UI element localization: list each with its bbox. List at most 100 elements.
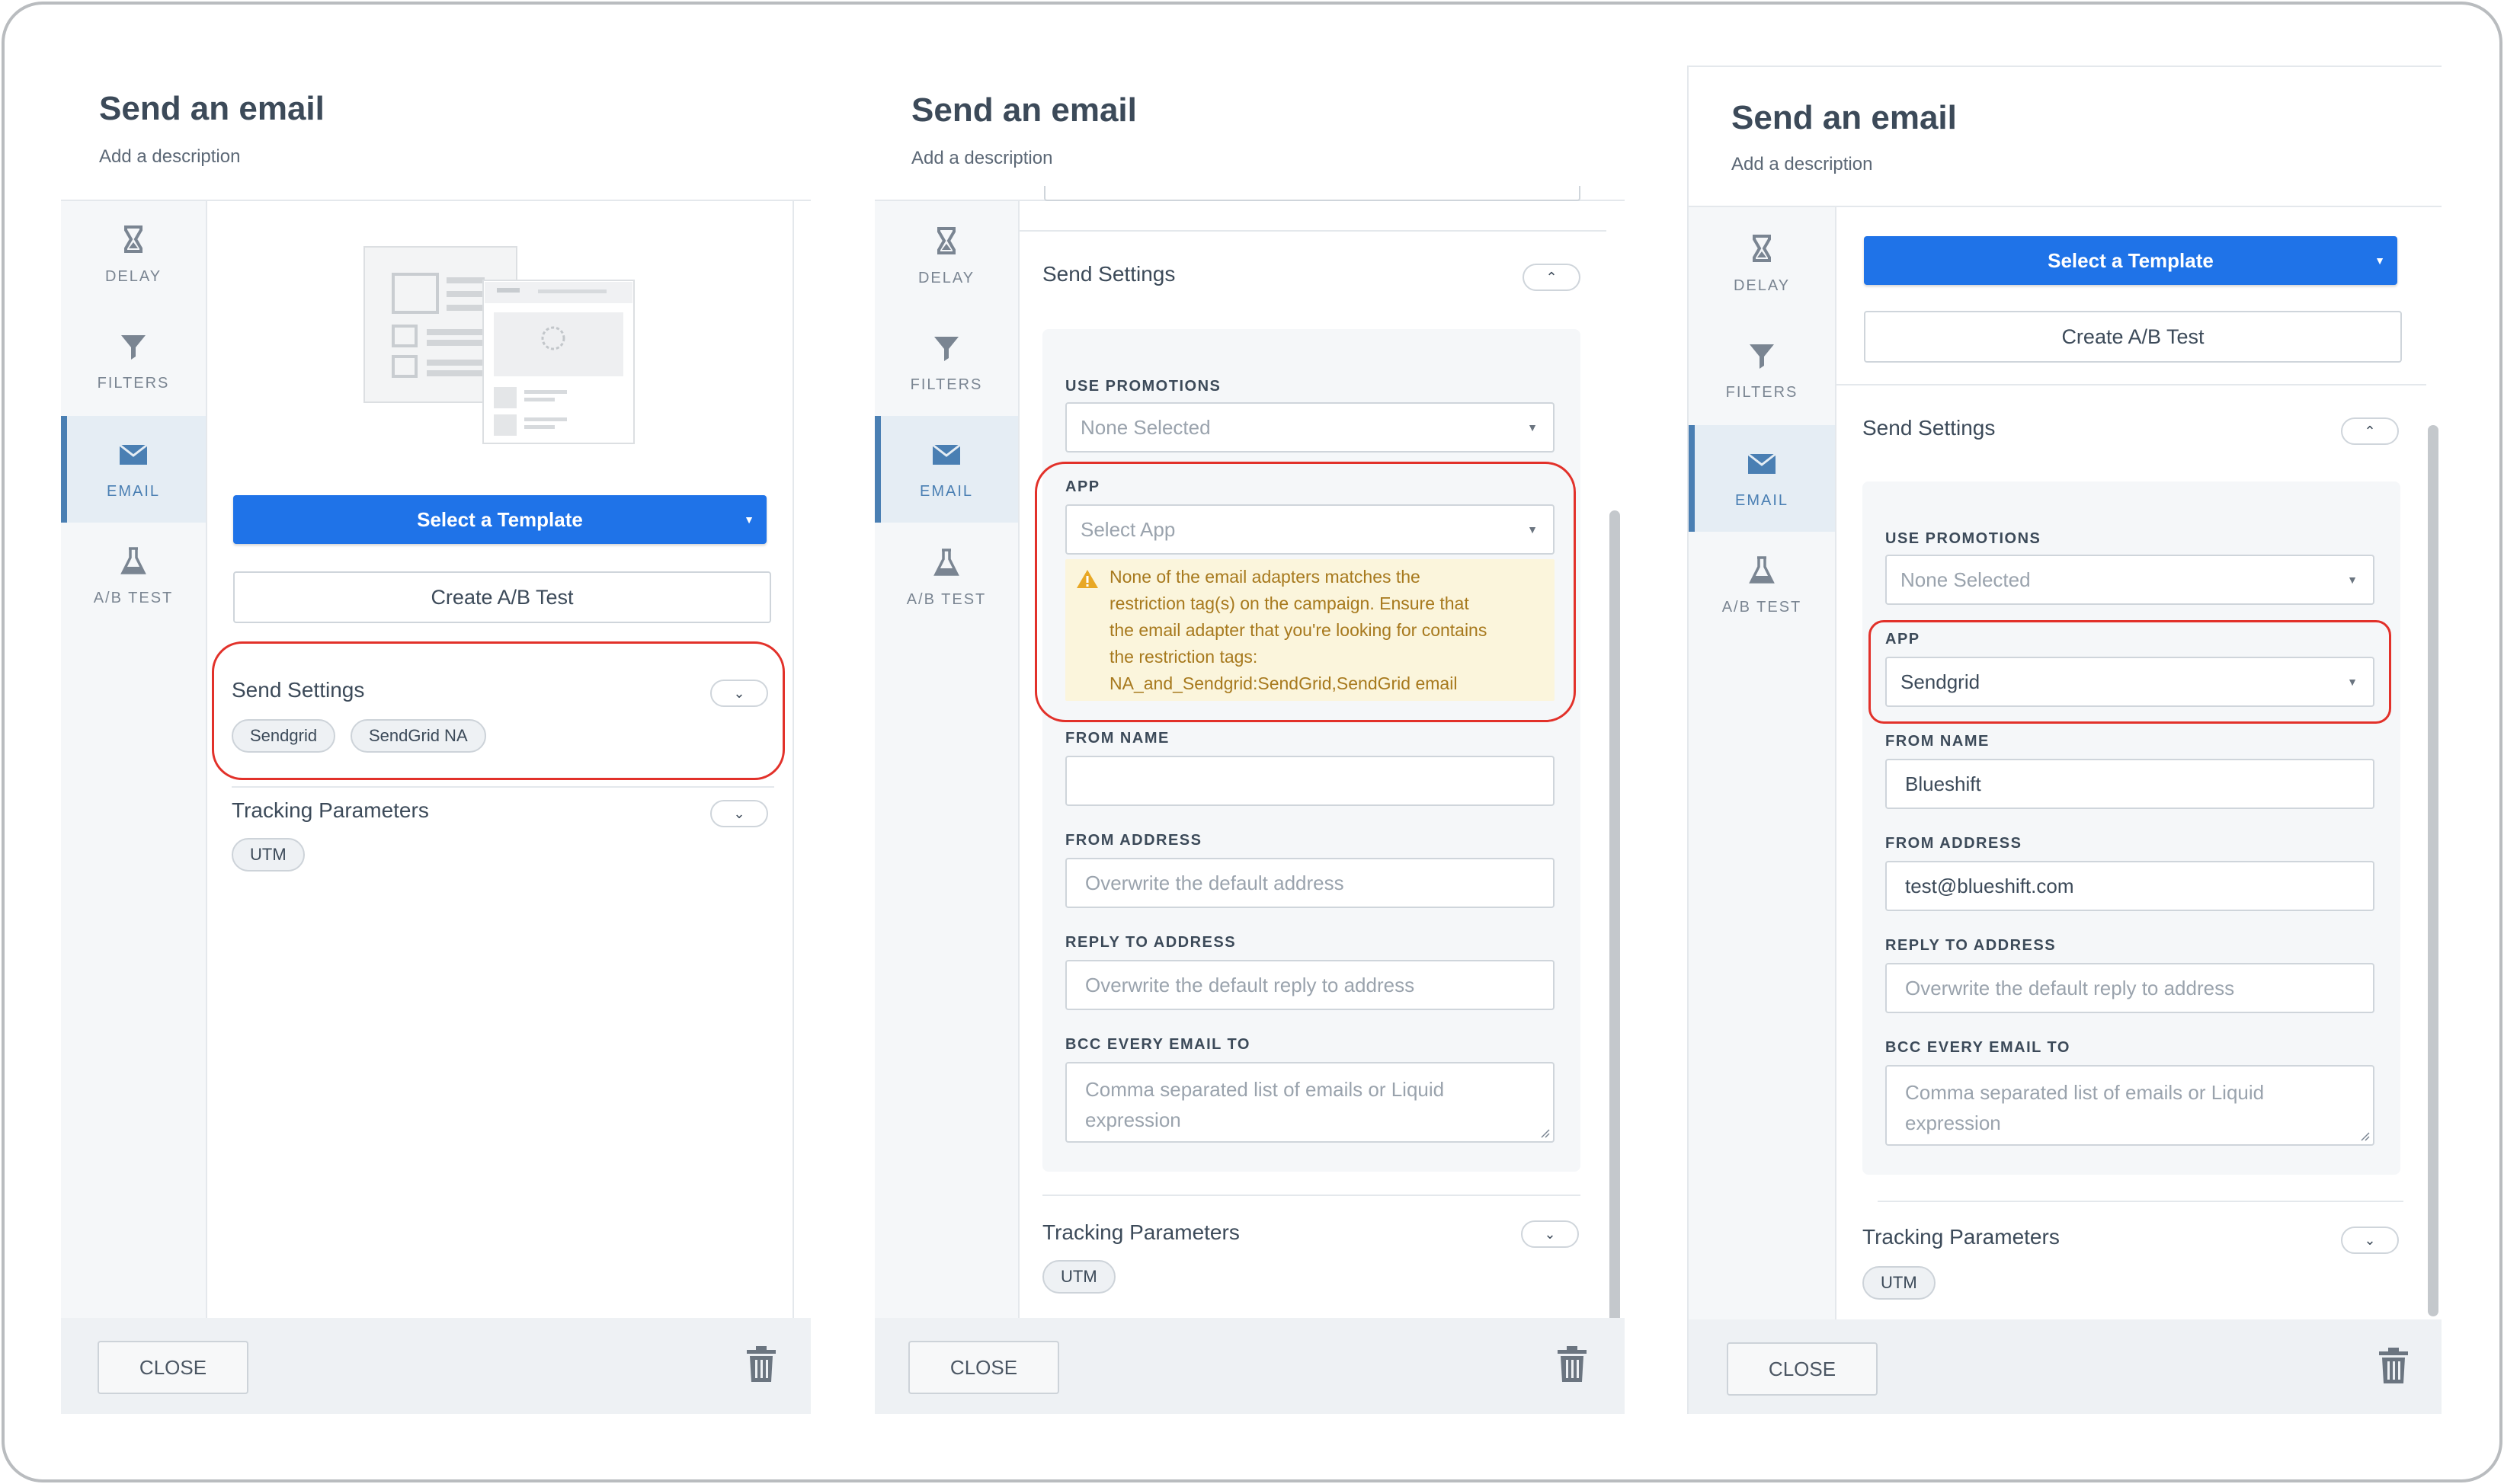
- caret-down-icon[interactable]: ▼: [2374, 236, 2385, 285]
- sidebar-item-filters[interactable]: FILTERS: [875, 309, 1018, 416]
- send-settings-title[interactable]: Send Settings: [1042, 262, 1175, 286]
- sidebar-item-email[interactable]: EMAIL: [1689, 425, 1835, 532]
- flask-icon: [933, 549, 959, 576]
- hourglass-icon: [1753, 235, 1771, 262]
- bcc-textarea[interactable]: Comma separated list of emails or Liquid…: [1065, 1062, 1555, 1143]
- sidebar-item-delay[interactable]: DELAY: [875, 203, 1018, 309]
- use-promotions-value: None Selected: [1081, 416, 1211, 439]
- sidebar-item-filters[interactable]: FILTERS: [61, 308, 206, 414]
- email-panel-no-app: Send an email Add a description DELAY FI…: [875, 64, 1625, 1414]
- sidebar-item-email[interactable]: EMAIL: [61, 416, 206, 523]
- caret-down-icon[interactable]: ▼: [744, 495, 754, 544]
- send-settings-highlight: [212, 641, 785, 780]
- sidebar-item-label: EMAIL: [1734, 492, 1789, 509]
- step-sidebar: DELAY FILTERS EMAIL A/B TEST: [1689, 207, 1835, 1319]
- use-promotions-label: USE PROMOTIONS: [1885, 530, 2041, 547]
- trash-icon[interactable]: [2378, 1347, 2410, 1385]
- use-promotions-value: None Selected: [1900, 568, 2031, 591]
- sidebar-item-label: A/B TEST: [93, 590, 174, 606]
- send-settings-card: USE PROMOTIONS None Selected ▼ APP Sendgr…: [1862, 481, 2400, 1175]
- send-settings-title[interactable]: Send Settings: [1862, 416, 1995, 440]
- scrolled-input-remnant: [1044, 186, 1580, 201]
- sidebar-item-label: FILTERS: [1725, 384, 1798, 401]
- section-divider: [1836, 384, 2426, 385]
- panel-footer: CLOSE: [61, 1318, 811, 1414]
- reply-to-address-input[interactable]: Overwrite the default reply to address: [1065, 960, 1555, 1010]
- chevron-down-icon: ⌄: [2364, 1233, 2376, 1248]
- select-template-button[interactable]: Select a Template ▼: [1864, 236, 2397, 285]
- from-address-input[interactable]: Overwrite the default address: [1065, 858, 1555, 908]
- sidebar-item-label: DELAY: [917, 270, 975, 286]
- sidebar-divider: [1018, 201, 1020, 1318]
- send-settings-toggle[interactable]: ⌃: [2341, 417, 2399, 445]
- trash-icon[interactable]: [1556, 1345, 1588, 1383]
- panel-title: Send an email: [99, 90, 325, 127]
- from-name-input[interactable]: Blueshift: [1885, 759, 2374, 809]
- close-button[interactable]: CLOSE: [98, 1341, 248, 1394]
- trash-icon[interactable]: [745, 1345, 777, 1383]
- select-template-button[interactable]: Select a Template ▼: [233, 495, 767, 544]
- tracking-parameters-toggle[interactable]: ⌄: [1521, 1220, 1579, 1248]
- sidebar-item-label: A/B TEST: [1721, 599, 1802, 616]
- content-scrollbar[interactable]: [1609, 510, 1620, 1374]
- panel-description[interactable]: Add a description: [911, 148, 1052, 169]
- from-name-label: FROM NAME: [1885, 733, 1990, 750]
- sidebar-item-ab-test[interactable]: A/B TEST: [875, 524, 1018, 631]
- tracking-parameters-toggle[interactable]: ⌄: [710, 800, 768, 827]
- envelope-icon: [932, 443, 961, 465]
- section-divider: [1020, 230, 1606, 232]
- reply-to-address-label: REPLY TO ADDRESS: [1065, 934, 1237, 951]
- select-template-label: Select a Template: [417, 508, 583, 531]
- utm-chip: UTM: [1042, 1260, 1116, 1294]
- tracking-parameters-title[interactable]: Tracking Parameters: [1042, 1220, 1240, 1245]
- create-ab-test-button[interactable]: Create A/B Test: [1864, 311, 2402, 363]
- close-button[interactable]: CLOSE: [1727, 1342, 1878, 1396]
- sidebar-item-label: FILTERS: [910, 376, 983, 393]
- reply-to-address-input[interactable]: Overwrite the default reply to address: [1885, 963, 2374, 1013]
- send-settings-toggle[interactable]: ⌃: [1523, 264, 1580, 291]
- sidebar-item-email[interactable]: EMAIL: [875, 416, 1018, 523]
- dropdown-arrow-icon: ▼: [2347, 574, 2358, 586]
- bcc-label: BCC EVERY EMAIL TO: [1885, 1039, 2070, 1056]
- sidebar-divider: [206, 201, 207, 1318]
- step-sidebar: DELAY FILTERS EMAIL A/B TEST: [875, 201, 1018, 1318]
- panel-description[interactable]: Add a description: [99, 146, 240, 168]
- section-divider: [232, 786, 774, 788]
- panel-footer: CLOSE: [1689, 1319, 2442, 1414]
- create-ab-test-button[interactable]: Create A/B Test: [233, 571, 771, 623]
- from-name-input[interactable]: [1065, 756, 1555, 806]
- use-promotions-select[interactable]: None Selected ▼: [1065, 402, 1555, 453]
- resize-grip-icon[interactable]: [1539, 1127, 1550, 1138]
- sidebar-item-ab-test[interactable]: A/B TEST: [1689, 532, 1835, 638]
- flask-icon: [120, 547, 146, 574]
- tracking-parameters-title[interactable]: Tracking Parameters: [1862, 1225, 2060, 1249]
- chevron-down-icon: ⌄: [1544, 1227, 1556, 1242]
- from-address-label: FROM ADDRESS: [1065, 832, 1202, 849]
- from-address-label: FROM ADDRESS: [1885, 835, 2022, 852]
- resize-grip-icon[interactable]: [2359, 1131, 2370, 1141]
- sidebar-item-delay[interactable]: DELAY: [61, 201, 206, 308]
- utm-chip: UTM: [232, 838, 305, 872]
- template-preview-illustration: [363, 246, 635, 444]
- content-scrollbar[interactable]: [2428, 425, 2438, 1316]
- bcc-textarea[interactable]: Comma separated list of emails or Liquid…: [1885, 1065, 2374, 1146]
- tracking-parameters-title[interactable]: Tracking Parameters: [232, 798, 429, 823]
- from-address-input[interactable]: test@blueshift.com: [1885, 861, 2374, 911]
- bcc-label: BCC EVERY EMAIL TO: [1065, 1036, 1250, 1053]
- use-promotions-select[interactable]: None Selected ▼: [1885, 555, 2374, 605]
- utm-chip: UTM: [1862, 1266, 1936, 1300]
- sidebar-item-label: DELAY: [1733, 277, 1791, 294]
- section-divider: [1878, 1201, 2403, 1202]
- panel-title: Send an email: [1731, 99, 1957, 136]
- sidebar-item-filters[interactable]: FILTERS: [1689, 317, 1835, 424]
- chevron-up-icon: ⌃: [2364, 424, 2376, 439]
- flask-icon: [1749, 556, 1775, 584]
- reply-to-address-label: REPLY TO ADDRESS: [1885, 937, 2057, 954]
- tracking-parameters-toggle[interactable]: ⌄: [2341, 1227, 2399, 1254]
- sidebar-item-ab-test[interactable]: A/B TEST: [61, 523, 206, 629]
- panel-description[interactable]: Add a description: [1731, 154, 1872, 175]
- sidebar-item-label: FILTERS: [97, 375, 170, 392]
- close-button[interactable]: CLOSE: [908, 1341, 1059, 1394]
- use-promotions-label: USE PROMOTIONS: [1065, 378, 1222, 395]
- sidebar-item-delay[interactable]: DELAY: [1689, 210, 1835, 317]
